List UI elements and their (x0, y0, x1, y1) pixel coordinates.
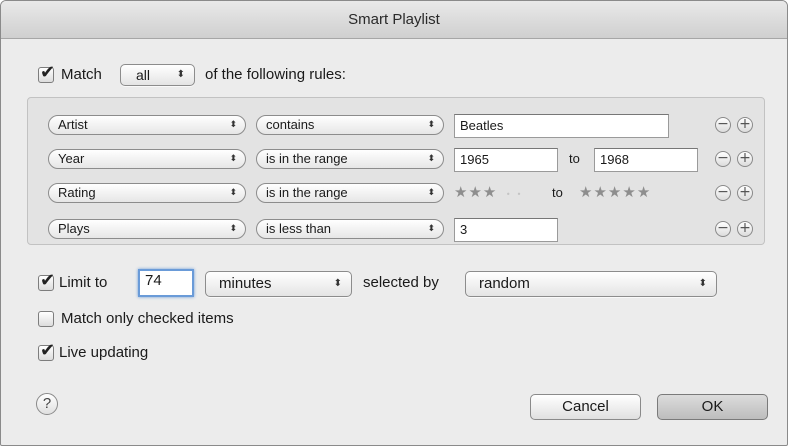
minus-circle-icon[interactable]: − (715, 151, 731, 167)
rule-1-field-value: Artist (58, 117, 88, 132)
star-icon: ★ (607, 183, 623, 201)
star-icon: ★ (482, 183, 498, 201)
selected-by-label: selected by (363, 274, 439, 291)
up-down-arrows-icon: ⬍ (427, 120, 435, 130)
up-down-arrows-icon: ⬍ (333, 278, 342, 289)
plus-circle-icon[interactable]: + (737, 185, 753, 201)
rule-2-field-popup[interactable]: Year ⬍ (48, 149, 246, 169)
checkmark-icon: ✔ (40, 62, 56, 83)
match-checked-label: Match only checked items (61, 310, 234, 327)
rule-4-field-popup[interactable]: Plays ⬍ (48, 219, 246, 239)
up-down-arrows-icon: ⬍ (698, 278, 707, 289)
up-down-arrows-icon: ⬍ (229, 188, 237, 198)
rule-3-from-rating[interactable]: ★★★ •• (454, 183, 527, 201)
up-down-arrows-icon: ⬍ (229, 224, 237, 234)
rule-3-to-rating[interactable]: ★★★★★ (579, 183, 651, 201)
limit-unit-value: minutes (219, 275, 272, 292)
up-down-arrows-icon: ⬍ (427, 154, 435, 164)
rule-3-operator-value: is in the range (266, 185, 348, 200)
limit-value-field[interactable]: 74 (138, 269, 194, 297)
rule-2-to-label: to (569, 151, 580, 166)
live-updating-checkbox[interactable]: ✔ (38, 341, 55, 361)
up-down-arrows-icon: ⬍ (229, 120, 237, 130)
rule-1-operator-popup[interactable]: contains ⬍ (256, 115, 444, 135)
limit-label: Limit to (59, 274, 108, 291)
rule-4-field-value: Plays (58, 221, 90, 236)
match-checked-checkbox[interactable] (38, 311, 54, 327)
up-down-arrows-icon: ⬍ (229, 154, 237, 164)
star-icon: ★ (454, 183, 469, 201)
star-icon: ★ (636, 183, 652, 201)
minus-circle-icon[interactable]: − (715, 221, 731, 237)
minus-circle-icon[interactable]: − (715, 185, 731, 201)
rule-2-operator-value: is in the range (266, 151, 348, 166)
selected-by-value: random (479, 275, 530, 292)
ok-button[interactable]: OK (657, 394, 768, 420)
rule-3-field-value: Rating (58, 185, 96, 200)
empty-star-dot-icon: • (497, 190, 517, 199)
rule-1-operator-value: contains (266, 117, 315, 132)
match-mode-value: all (136, 67, 151, 83)
star-icon: ★ (593, 183, 608, 201)
window-title: Smart Playlist (1, 1, 787, 39)
rule-2-to-field[interactable]: 1968 (594, 148, 698, 172)
checkmark-icon: ✔ (40, 270, 56, 291)
up-down-arrows-icon: ⬍ (427, 188, 435, 198)
match-mode-popup[interactable]: all ⬍ (120, 64, 195, 86)
rule-3-field-popup[interactable]: Rating ⬍ (48, 183, 246, 203)
checkmark-icon: ✔ (40, 340, 56, 361)
rule-4-operator-popup[interactable]: is less than ⬍ (256, 219, 444, 239)
help-button[interactable]: ? (36, 393, 58, 415)
rule-2-field-value: Year (58, 151, 85, 166)
match-checkbox[interactable]: ✔ (38, 63, 55, 83)
cancel-button[interactable]: Cancel (530, 394, 641, 420)
up-down-arrows-icon: ⬍ (427, 224, 435, 234)
limit-unit-popup[interactable]: minutes ⬍ (205, 271, 352, 297)
plus-circle-icon[interactable]: + (737, 151, 753, 167)
plus-circle-icon[interactable]: + (737, 221, 753, 237)
rule-3-operator-popup[interactable]: is in the range ⬍ (256, 183, 444, 203)
star-icon: ★ (579, 183, 594, 201)
selected-by-popup[interactable]: random ⬍ (465, 271, 717, 297)
rule-3-to-label: to (552, 185, 563, 200)
empty-star-dot-icon: • (516, 190, 528, 199)
rule-1-value-field[interactable]: Beatles (454, 114, 669, 138)
rule-2-operator-popup[interactable]: is in the range ⬍ (256, 149, 444, 169)
star-icon: ★ (468, 183, 483, 201)
rule-4-value-field[interactable]: 3 (454, 218, 558, 242)
limit-checkbox[interactable]: ✔ (38, 271, 55, 291)
up-down-arrows-icon: ⬍ (176, 69, 185, 80)
match-suffix-label: of the following rules: (205, 66, 346, 83)
smart-playlist-window: Smart Playlist ✔ Match all ⬍ of the foll… (0, 0, 788, 446)
plus-circle-icon[interactable]: + (737, 117, 753, 133)
live-updating-label: Live updating (59, 344, 149, 361)
match-label: Match (61, 66, 102, 83)
rule-2-from-field[interactable]: 1965 (454, 148, 558, 172)
rule-1-field-popup[interactable]: Artist ⬍ (48, 115, 246, 135)
star-icon: ★ (622, 183, 637, 201)
rule-4-operator-value: is less than (266, 221, 332, 236)
minus-circle-icon[interactable]: − (715, 117, 731, 133)
